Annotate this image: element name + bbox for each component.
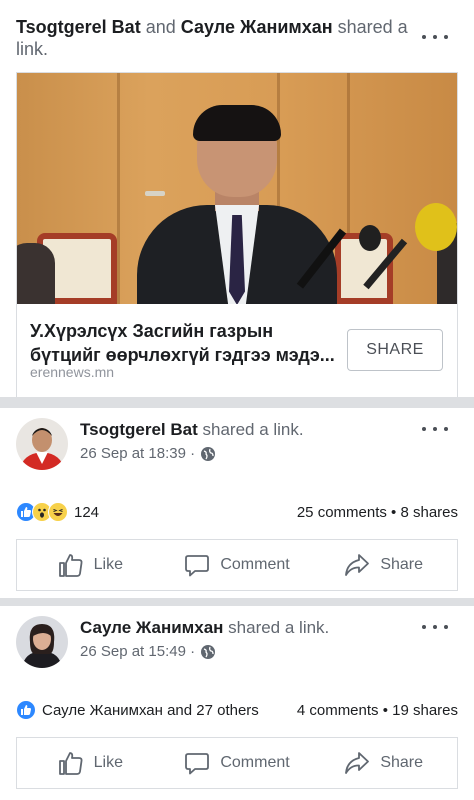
- joiner-text: and: [145, 17, 176, 37]
- timestamp[interactable]: 26 Sep at 18:39 ·: [80, 445, 195, 462]
- feed-divider: [0, 397, 474, 408]
- like-button[interactable]: Like: [17, 552, 164, 578]
- post-header: Сауле Жанимхан shared a link.: [80, 617, 329, 639]
- share-link-button[interactable]: SHARE: [347, 329, 443, 371]
- like-icon: [58, 752, 83, 775]
- like-icon: [58, 554, 83, 577]
- comment-icon: [185, 753, 210, 775]
- reaction-names: Сауле Жанимхан and 27 others: [42, 701, 259, 719]
- timestamp[interactable]: 26 Sep at 15:49 ·: [80, 643, 195, 660]
- post-action-bar: Like Comment Share: [16, 539, 458, 591]
- post-action-bar: Like Comment Share: [16, 737, 458, 789]
- author-name-2[interactable]: Сауле Жанимхан: [181, 17, 333, 37]
- more-options-icon[interactable]: [422, 422, 448, 436]
- share-button[interactable]: Share: [310, 552, 457, 578]
- comment-button[interactable]: Comment: [164, 750, 311, 776]
- reaction-summary[interactable]: Сауле Жанимхан and 27 others: [16, 700, 259, 720]
- like-reaction-icon: [16, 700, 36, 720]
- author-name[interactable]: Tsogtgerel Bat: [80, 420, 198, 439]
- shared-link-post: Tsogtgerel Bat and Сауле Жанимхан shared…: [0, 0, 474, 397]
- author-name[interactable]: Сауле Жанимхан: [80, 618, 223, 637]
- post-header: Tsogtgerel Bat shared a link.: [80, 419, 304, 441]
- link-photo[interactable]: [17, 73, 457, 304]
- post-meta: 26 Sep at 18:39 ·: [80, 445, 216, 462]
- post-header: Tsogtgerel Bat and Сауле Жанимхан shared…: [16, 16, 416, 60]
- reaction-summary[interactable]: 124: [16, 502, 99, 522]
- like-label: Like: [93, 754, 124, 771]
- link-domain: erennews.mn: [30, 364, 115, 380]
- share-label: Share: [380, 556, 424, 573]
- comment-button[interactable]: Comment: [164, 552, 311, 578]
- author-name-1[interactable]: Tsogtgerel Bat: [16, 17, 141, 37]
- post-meta: 26 Sep at 15:49 ·: [80, 643, 216, 660]
- like-label: Like: [93, 556, 124, 573]
- comment-label: Comment: [220, 556, 290, 573]
- link-title[interactable]: У.Хүрэлсүх Засгийн газрын бүтцийг өөрчлө…: [30, 319, 348, 367]
- globe-icon: [201, 446, 216, 461]
- feed-divider: [0, 598, 474, 606]
- reaction-count: 124: [74, 503, 100, 521]
- share-label: Share: [380, 754, 424, 771]
- avatar[interactable]: [16, 616, 68, 668]
- share-icon: [345, 752, 370, 774]
- like-button[interactable]: Like: [17, 750, 164, 776]
- haha-reaction-icon: [48, 502, 68, 522]
- share-icon: [345, 554, 370, 576]
- action-text: shared a link.: [228, 618, 330, 637]
- share-button[interactable]: Share: [310, 750, 457, 776]
- link-preview-card[interactable]: У.Хүрэлсүх Засгийн газрын бүтцийг өөрчлө…: [16, 72, 458, 397]
- comment-share-counts[interactable]: 25 comments • 8 shares: [297, 504, 458, 521]
- action-text: shared a link.: [202, 420, 304, 439]
- more-options-icon[interactable]: [422, 620, 448, 634]
- comment-label: Comment: [220, 754, 290, 771]
- more-options-icon[interactable]: [422, 30, 448, 44]
- globe-icon: [201, 644, 216, 659]
- comment-share-counts[interactable]: 4 comments • 19 shares: [297, 702, 458, 719]
- feed-post-tsogtgerel: Tsogtgerel Bat shared a link. 26 Sep at …: [0, 408, 474, 600]
- comment-icon: [185, 555, 210, 577]
- avatar[interactable]: [16, 418, 68, 470]
- feed-post-saule: Сауле Жанимхан shared a link. 26 Sep at …: [0, 606, 474, 800]
